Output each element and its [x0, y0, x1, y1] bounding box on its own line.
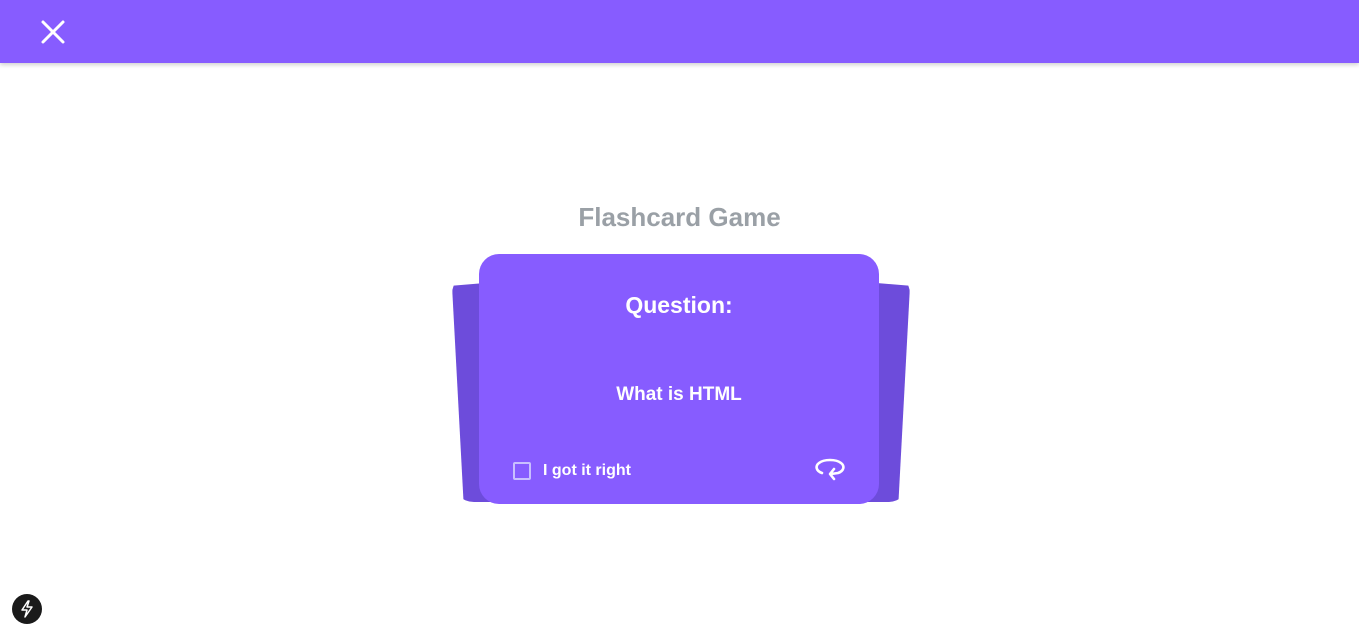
- close-button[interactable]: [38, 17, 68, 47]
- lightning-icon: [21, 600, 33, 618]
- close-icon: [41, 20, 65, 44]
- card-question: What is HTML: [616, 384, 742, 405]
- got-it-right-checkbox[interactable]: [513, 462, 531, 480]
- got-it-right-toggle[interactable]: I got it right: [513, 462, 631, 480]
- flashcard[interactable]: Question: What is HTML I got it right: [479, 254, 879, 504]
- lightning-button[interactable]: [12, 594, 42, 624]
- card-heading: Question:: [625, 292, 733, 318]
- page-title: Flashcard Game: [578, 202, 781, 232]
- got-it-right-label: I got it right: [543, 462, 631, 479]
- flashcard-deck: Question: What is HTML I got it right: [445, 250, 915, 510]
- flip-card-button[interactable]: [813, 456, 847, 482]
- top-bar: [0, 0, 1359, 63]
- flip-icon: [815, 458, 845, 481]
